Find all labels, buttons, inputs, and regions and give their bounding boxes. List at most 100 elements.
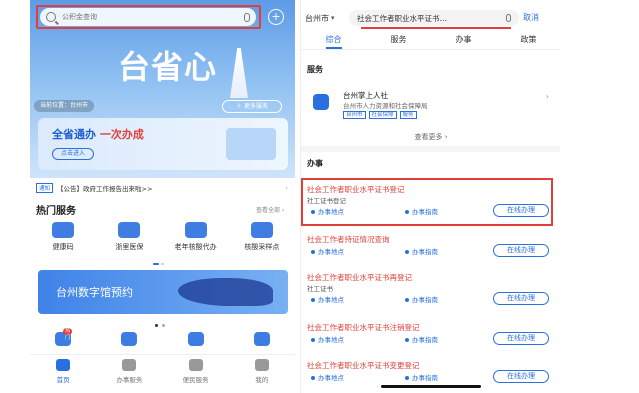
tab-policy[interactable]: 政策 [521,32,537,49]
result-title[interactable]: 社会工作者职业水平证书登记 [307,184,405,195]
result-item[interactable]: 社会工作者职业水平证书再登记 社工证书 办事地点 办事指南 在线办理 [307,272,551,312]
affairs-section-title: 办事 [307,159,323,168]
quick-entry-row: 热门 [30,328,295,346]
service-department: 台州市人力资源和社会保障局 [343,102,428,110]
online-apply-button[interactable]: 在线办理 [493,292,549,305]
elderly-card-icon [184,222,207,238]
search-query[interactable]: 社会工作者职业水平证书… [357,13,447,24]
service-label: 健康码 [52,243,74,251]
quick-entry-icon[interactable] [121,332,138,346]
service-item[interactable]: 老年核酸代办 [168,222,223,252]
tab-services[interactable]: 办事服务 [102,355,157,393]
city-selector[interactable]: 台州市 [305,13,329,24]
quick-entry-icon[interactable]: 热门 [55,328,73,346]
view-more-link[interactable]: 查看更多 › [301,132,560,142]
service-item[interactable]: 健康码 [36,222,91,252]
home-icon [56,359,71,371]
service-tag: 服务 [399,111,417,119]
location-link[interactable]: 办事地点 [311,334,344,344]
result-tabs: 综合 服务 办事 政策 [301,32,560,50]
guide-link[interactable]: 办事指南 [405,372,438,382]
location-link[interactable]: 办事地点 [311,294,344,304]
museum-promo-banner[interactable]: 台州数字馆预约 [38,270,288,314]
service-label: 核酸采样点 [244,243,280,251]
online-apply-button[interactable]: 在线办理 [493,332,549,345]
location-link[interactable]: 办事地点 [311,372,344,382]
service-label: 浙里医保 [115,243,144,251]
tab-home[interactable]: 首页 [36,355,91,393]
online-apply-button[interactable]: 在线办理 [493,370,549,383]
service-section-title: 服务 [307,65,323,74]
cancel-button[interactable]: 取消 [523,12,539,23]
tab-affairs[interactable]: 办事 [456,32,472,49]
microphone-icon[interactable] [506,14,511,22]
medical-insurance-icon [118,222,141,238]
banner-enter-button[interactable]: 点击进入 [52,148,95,160]
hot-services-grid: 健康码 浙里医保 老年核酸代办 核酸采样点 [30,222,295,252]
location-link[interactable]: 办事地点 [311,206,344,216]
location-link[interactable]: 办事地点 [311,246,344,256]
result-item[interactable]: 社会工作者职业水平证书登记 社工证书登记 办事地点 办事指南 在线办理 [307,184,551,224]
carousel-dots [155,320,169,329]
health-code-icon [52,222,75,238]
result-title[interactable]: 社会工作者职业水平证书变更登记 [307,360,420,371]
tab-profile[interactable]: 我的 [234,355,289,393]
search-header: 台州市 ▾ 社会工作者职业水平证书… 取消 [301,8,560,29]
result-title[interactable]: 社会工作者持证情况查询 [307,234,390,245]
more-services-pill[interactable]: ＋ 更多服务 [222,100,282,113]
tab-service[interactable]: 服务 [391,32,407,49]
chevron-right-icon: › [545,92,549,101]
chevron-right-icon: › [285,184,288,192]
guide-link[interactable]: 办事指南 [405,334,438,344]
hero-banner: + 台省心 当前位置：台州市 ＋ 更多服务 全省通办 一次办成 点击进入 [30,0,295,178]
service-item[interactable]: 浙里医保 [102,222,157,252]
service-item[interactable]: 核酸采样点 [234,222,289,252]
service-tags: 台州市 社会保障 服务 [343,110,420,119]
add-icon[interactable]: + [268,9,284,25]
service-card[interactable]: 台州掌上人社 台州市人力资源和社会保障局 台州市 社会保障 服务 › [307,86,551,122]
banner-title: 全省通办 一次办成 [52,126,144,142]
notice-bar[interactable]: 通知 【公告】政府工作报告出来啦>> › [36,182,288,194]
promo-title: 台州数字馆预约 [56,286,133,299]
tab-comprehensive[interactable]: 综合 [325,32,342,49]
brand-logo: 台省心 [118,48,218,86]
view-all-link[interactable]: 查看全部 › [256,205,284,214]
search-icon [46,12,56,22]
tab-convenience[interactable]: 便民服务 [168,355,223,393]
search-input[interactable] [62,13,244,21]
result-title[interactable]: 社会工作者职业水平证书注销登记 [307,322,420,333]
guide-link[interactable]: 办事指南 [405,246,438,256]
tab-label: 办事服务 [116,376,143,384]
tab-label: 首页 [56,376,70,384]
promo-card[interactable]: 全省通办 一次办成 点击进入 [38,118,288,170]
location-pill[interactable]: 当前位置：台州市 [34,100,95,112]
banner-illustration [226,128,276,160]
quick-entry-icon[interactable] [187,332,204,346]
guide-link[interactable]: 办事指南 [405,294,438,304]
bottom-tab-bar: 首页 办事服务 便民服务 我的 [30,354,295,393]
result-item[interactable]: 社会工作者持证情况查询 办事地点 办事指南 在线办理 [307,234,551,274]
result-title[interactable]: 社会工作者职业水平证书再登记 [307,272,412,283]
guide-link[interactable]: 办事指南 [405,206,438,216]
vaccine-location-icon [250,222,273,238]
online-apply-button[interactable]: 在线办理 [493,204,549,217]
quick-entry-icon[interactable] [253,332,270,346]
service-label: 老年核酸代办 [174,243,217,251]
service-tag: 台州市 [343,111,366,119]
home-indicator [381,385,481,388]
tab-label: 我的 [255,376,269,384]
user-icon [254,359,269,371]
microphone-icon[interactable] [244,12,250,22]
banner-title-a: 全省通办 [52,128,96,141]
notice-tag: 通知 [36,183,54,193]
result-subtitle: 社工证书 [307,285,333,293]
result-item[interactable]: 社会工作者职业水平证书变更登记 办事地点 办事指南 在线办理 [307,360,551,393]
result-item[interactable]: 社会工作者职业水平证书注销登记 办事地点 办事指南 在线办理 [307,322,551,362]
caret-down-icon[interactable]: ▾ [331,14,335,22]
online-apply-button[interactable]: 在线办理 [493,244,549,257]
app-logo-icon [313,94,329,110]
search-bar[interactable] [40,8,256,26]
service-tag: 社会保障 [368,111,397,119]
search-field[interactable]: 社会工作者职业水平证书… [349,10,519,26]
banner-title-b: 一次办成 [99,128,144,141]
